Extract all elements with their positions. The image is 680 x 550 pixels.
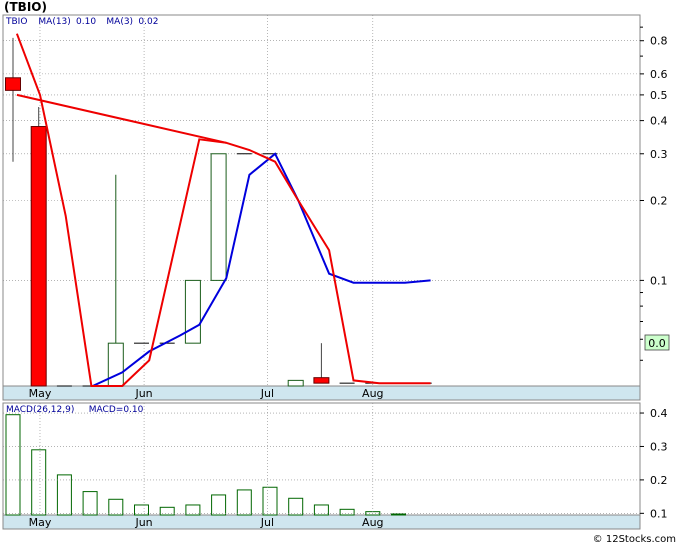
macd-bar <box>211 494 227 516</box>
macd-tick-label: 0.2 <box>650 474 668 487</box>
macd-tick-label: 0.3 <box>650 440 668 453</box>
macd-bar <box>108 498 124 516</box>
price-legend-label: TBIO <box>5 17 27 27</box>
macd-bar <box>82 491 98 516</box>
price-tick-label: 0.8 <box>650 35 668 48</box>
price-legend-label: MA(3) <box>106 17 133 27</box>
macd-month-label: Aug <box>362 516 383 529</box>
price-panel <box>2 14 641 401</box>
macd-bar <box>159 506 175 516</box>
candle-body <box>107 342 124 387</box>
price-legend-value: 0.10 <box>76 17 96 27</box>
macd-bar <box>236 489 252 516</box>
price-tick-label: 0.5 <box>650 89 668 102</box>
candle-body <box>30 126 47 387</box>
macd-month-label: May <box>29 516 52 529</box>
last-price-label: 0.0 <box>648 337 666 350</box>
macd-bar <box>56 474 72 516</box>
price-tick-label: 0.6 <box>650 68 668 81</box>
price-tick-label: 0.1 <box>650 274 668 287</box>
candle-body <box>210 153 227 281</box>
price-legend-value: 0.02 <box>138 17 158 27</box>
macd-plot-area <box>2 402 641 516</box>
stock-chart: 0.8 0.6 0.5 0.4 0.3 0.2 0.1 May Jun Jul Aug 0.0 0.4… <box>0 0 680 546</box>
chart-canvas: 0.8 0.6 0.5 0.4 0.3 0.2 0.1 May Jun Jul Aug 0.0 0.4… <box>2 0 676 545</box>
macd-bar <box>31 449 47 516</box>
macd-bar <box>262 486 278 516</box>
price-tick-label: 0.2 <box>650 195 668 208</box>
macd-legend-label: MACD=0.10 <box>89 405 144 415</box>
candle-body <box>313 377 330 384</box>
macd-tick-label: 0.4 <box>650 407 668 420</box>
candle-body <box>5 77 21 91</box>
macd-legend-label: MACD(26,12,9) <box>6 405 74 415</box>
price-tick-label: 0.3 <box>650 148 668 161</box>
macd-tick-label: 0.1 <box>650 507 668 520</box>
macd-month-label: Jun <box>134 516 152 529</box>
price-date-band <box>2 385 641 401</box>
macd-bar <box>5 414 21 516</box>
price-legend-label: MA(13) <box>38 17 70 27</box>
price-tick-label: 0.4 <box>650 115 668 128</box>
macd-date-band <box>2 514 641 530</box>
price-month-label: Jun <box>134 387 152 400</box>
chart-title: (TBIO) <box>4 0 47 14</box>
watermark: © 12Stocks.com <box>593 534 676 545</box>
candle-body <box>184 279 201 344</box>
macd-bar <box>339 508 355 516</box>
macd-bar <box>391 513 406 516</box>
macd-month-label: Jul <box>260 516 274 529</box>
macd-bar <box>288 497 304 516</box>
price-month-label: Aug <box>362 387 383 400</box>
price-month-label: Jul <box>260 387 274 400</box>
price-month-label: May <box>29 387 52 400</box>
candle-body <box>287 379 304 387</box>
